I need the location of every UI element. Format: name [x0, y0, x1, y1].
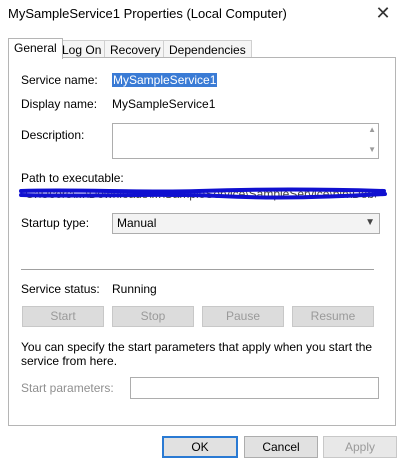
- service-status-value: Running: [112, 282, 157, 296]
- path-label: Path to executable:: [21, 171, 124, 185]
- path-value[interactable]: "C:\Users\...\Downloads\...\SampleServic…: [21, 187, 376, 201]
- general-panel: Service name: MySampleService1 Display n…: [8, 57, 396, 426]
- service-status-label: Service status:: [21, 282, 100, 296]
- service-name-value[interactable]: MySampleService1: [112, 73, 218, 87]
- start-parameters-label: Start parameters:: [21, 381, 114, 395]
- close-icon[interactable]: ✕: [373, 4, 393, 22]
- cancel-button[interactable]: Cancel: [244, 436, 318, 458]
- stop-button[interactable]: Stop: [112, 306, 194, 327]
- window-title: MySampleService1 Properties (Local Compu…: [8, 6, 287, 21]
- resume-button[interactable]: Resume: [292, 306, 374, 327]
- scroll-down-icon[interactable]: ▼: [368, 145, 376, 154]
- description-label: Description:: [21, 128, 85, 142]
- pause-button[interactable]: Pause: [202, 306, 284, 327]
- description-scrollbar[interactable]: ▲ ▼: [364, 124, 378, 158]
- tab-general[interactable]: General: [8, 38, 63, 59]
- chevron-down-icon: ▼: [365, 217, 375, 228]
- startup-type-select[interactable]: Manual ▼: [112, 213, 380, 234]
- display-name-label: Display name:: [21, 97, 98, 111]
- description-field[interactable]: ▲ ▼: [112, 123, 379, 159]
- service-name-label: Service name:: [21, 73, 98, 87]
- ok-button[interactable]: OK: [162, 436, 238, 458]
- scroll-up-icon[interactable]: ▲: [368, 125, 376, 134]
- start-button[interactable]: Start: [22, 306, 104, 327]
- divider: [21, 269, 374, 270]
- window-title-bar: MySampleService1 Properties (Local Compu…: [0, 0, 405, 30]
- startup-type-label: Startup type:: [21, 216, 90, 230]
- help-text: You can specify the start parameters tha…: [21, 340, 373, 368]
- start-parameters-input[interactable]: [130, 377, 379, 399]
- service-name-selected-text[interactable]: MySampleService1: [112, 73, 218, 87]
- display-name-value: MySampleService1: [112, 97, 216, 111]
- apply-button[interactable]: Apply: [323, 436, 397, 458]
- startup-type-value: Manual: [117, 216, 157, 230]
